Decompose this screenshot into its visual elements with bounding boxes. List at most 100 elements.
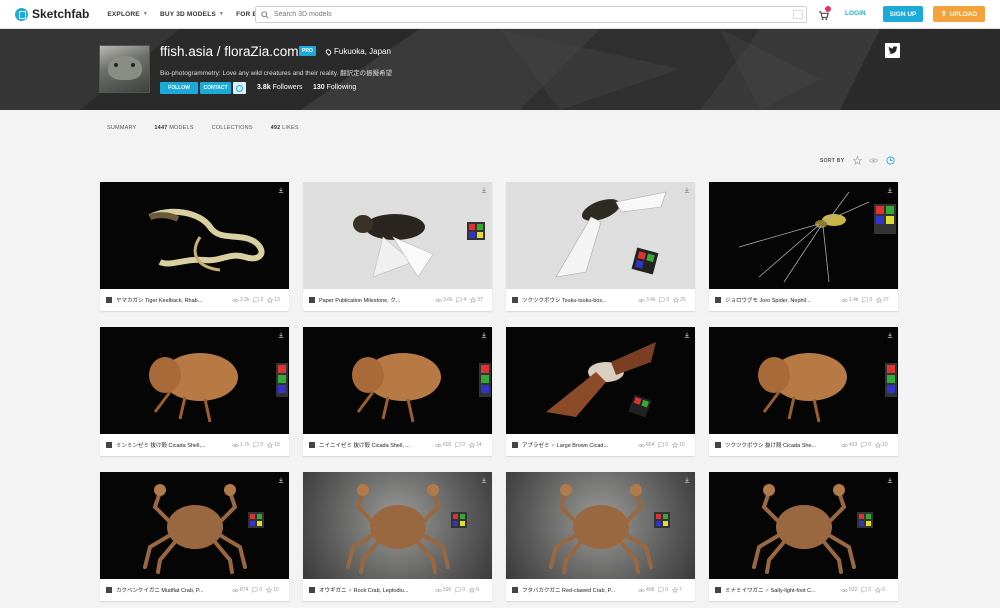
download-icon[interactable] xyxy=(684,332,690,338)
model-thumbnail[interactable] xyxy=(303,182,492,289)
star-icon xyxy=(469,587,476,593)
tab-models[interactable]: 1447 MODELS xyxy=(154,125,193,131)
avatar[interactable] xyxy=(715,442,721,448)
sort-clock-icon[interactable] xyxy=(886,156,895,165)
nav-explore[interactable]: EXPLORE ▼ xyxy=(107,11,148,18)
tab-collections[interactable]: COLLECTIONS xyxy=(212,125,253,131)
search-input[interactable] xyxy=(274,11,774,18)
download-icon[interactable] xyxy=(481,477,487,483)
model-title[interactable]: ジョロウグモ Joro Spider, Nephil... xyxy=(725,296,837,304)
following-link[interactable]: 130 Following xyxy=(313,84,356,91)
model-card[interactable]: ツクツクボウシ 抜け殻 Cicada She... 433 0 10 xyxy=(709,327,898,456)
like-count[interactable]: 14 xyxy=(469,442,482,448)
like-count[interactable]: 9 xyxy=(469,587,479,593)
follow-button[interactable]: FOLLOW xyxy=(160,82,198,94)
contact-button[interactable]: CONTACT xyxy=(200,82,231,94)
avatar[interactable] xyxy=(512,587,518,593)
download-icon[interactable] xyxy=(887,187,893,193)
model-card[interactable]: オウギガニ ♂ Rock Crab, Leptodiu... 590 0 9 xyxy=(303,472,492,601)
eye-icon xyxy=(638,298,645,302)
like-count[interactable]: 10 xyxy=(672,442,685,448)
avatar[interactable] xyxy=(512,442,518,448)
model-thumbnail[interactable] xyxy=(709,472,898,579)
model-card[interactable]: フタバカクガニ Red-clawed Crab, P... 408 0 7 xyxy=(506,472,695,601)
model-thumbnail[interactable] xyxy=(506,182,695,289)
model-card[interactable]: アブラゼミ ♂ Large Brown Cicad... 654 0 10 xyxy=(506,327,695,456)
model-title[interactable]: オウギガニ ♂ Rock Crab, Leptodiu... xyxy=(319,586,431,594)
model-card[interactable]: ヤマカガシ Tiger Keelback, Rhab... 2.2k 2 13 xyxy=(100,182,289,311)
download-icon[interactable] xyxy=(278,187,284,193)
avatar[interactable] xyxy=(512,297,518,303)
avatar[interactable] xyxy=(309,297,315,303)
like-count[interactable]: 25 xyxy=(673,297,686,303)
avatar[interactable] xyxy=(99,45,150,93)
download-icon[interactable] xyxy=(481,332,487,338)
model-card[interactable]: ミンミンゼミ 抜け殻 Cicada Shell,... 1.7k 0 18 xyxy=(100,327,289,456)
signup-button[interactable]: SIGN UP xyxy=(883,6,923,22)
model-thumbnail[interactable] xyxy=(100,182,289,289)
upload-button[interactable]: ⇪ UPLOAD xyxy=(933,6,985,22)
model-card[interactable]: ニイニイゼミ 抜け殻 Cicada Shell, ... 600 0 14 xyxy=(303,327,492,456)
download-icon[interactable] xyxy=(278,332,284,338)
avatar[interactable] xyxy=(106,442,112,448)
tab-summary[interactable]: SUMMARY xyxy=(107,125,136,131)
model-title[interactable]: ヤマカガシ Tiger Keelback, Rhab... xyxy=(116,296,228,304)
twitter-button[interactable] xyxy=(885,43,900,58)
model-card[interactable]: カクベンケイガニ Mudflat Crab, P... 874 0 10 xyxy=(100,472,289,601)
sort-eye-icon[interactable] xyxy=(869,156,878,165)
download-icon[interactable] xyxy=(684,477,690,483)
nav-buy-3d-models[interactable]: BUY 3D MODELS ▼ xyxy=(160,11,224,18)
model-title[interactable]: アブラゼミ ♂ Large Brown Cicad... xyxy=(522,441,634,449)
download-icon[interactable] xyxy=(278,477,284,483)
model-title[interactable]: ツクツクボウシ 抜け殻 Cicada She... xyxy=(725,441,837,449)
download-icon[interactable] xyxy=(481,187,487,193)
download-icon[interactable] xyxy=(887,477,893,483)
model-thumbnail[interactable] xyxy=(709,182,898,289)
profile-name: ffish.asia / floraZia.com xyxy=(160,44,299,59)
like-count[interactable]: 18 xyxy=(267,442,280,448)
model-title[interactable]: ニイニイゼミ 抜け殻 Cicada Shell, ... xyxy=(319,441,431,449)
model-title[interactable]: ミンミンゼミ 抜け殻 Cicada Shell,... xyxy=(116,441,228,449)
like-count[interactable]: 10 xyxy=(266,587,279,593)
model-card[interactable]: ジョロウグモ Joro Spider, Nephil... 1.4k 0 27 xyxy=(709,182,898,311)
like-count[interactable]: 10 xyxy=(875,442,888,448)
model-thumbnail[interactable] xyxy=(303,327,492,434)
website-button[interactable] xyxy=(233,82,246,94)
tab-likes[interactable]: 492 LIKES xyxy=(271,125,299,131)
model-thumbnail[interactable] xyxy=(506,327,695,434)
model-thumbnail[interactable] xyxy=(303,472,492,579)
cart-button[interactable] xyxy=(818,6,831,21)
model-card[interactable]: ミナミイワガニ ♂ Sally-light-foot C... 532 0 6 xyxy=(709,472,898,601)
model-thumbnail[interactable] xyxy=(709,327,898,434)
login-link[interactable]: LOGIN xyxy=(845,10,866,17)
model-title[interactable]: ミナミイワガニ ♂ Sally-light-foot C... xyxy=(725,586,837,594)
download-icon[interactable] xyxy=(887,332,893,338)
upload-icon: ⇪ xyxy=(940,11,947,18)
avatar[interactable] xyxy=(715,587,721,593)
model-card[interactable]: ツクツクボウシ Tsuku-tsuku-bos... 3.4k 0 25 xyxy=(506,182,695,311)
model-title[interactable]: ツクツクボウシ Tsuku-tsuku-bos... xyxy=(522,296,634,304)
like-count[interactable]: 27 xyxy=(876,297,889,303)
like-count[interactable]: 7 xyxy=(672,587,682,593)
model-title[interactable]: フタバカクガニ Red-clawed Crab, P... xyxy=(522,586,634,594)
avatar[interactable] xyxy=(106,297,112,303)
search-clear-button[interactable] xyxy=(793,10,803,19)
like-count[interactable]: 13 xyxy=(267,297,280,303)
model-title[interactable]: Paper Publication Milestone, ク... xyxy=(319,296,431,304)
sketchfab-logo[interactable]: Sketchfab xyxy=(15,7,89,21)
sort-star-icon[interactable] xyxy=(853,156,862,165)
avatar[interactable] xyxy=(309,587,315,593)
followers-link[interactable]: 3.8k Followers xyxy=(257,84,303,91)
download-icon[interactable] xyxy=(684,187,690,193)
avatar[interactable] xyxy=(309,442,315,448)
avatar[interactable] xyxy=(715,297,721,303)
model-thumbnail[interactable] xyxy=(506,472,695,579)
model-thumbnail[interactable] xyxy=(100,472,289,579)
avatar[interactable] xyxy=(106,587,112,593)
model-thumbnail[interactable] xyxy=(100,327,289,434)
model-title[interactable]: カクベンケイガニ Mudflat Crab, P... xyxy=(116,586,228,594)
model-card[interactable]: Paper Publication Milestone, ク... 3.6k 4 37 xyxy=(303,182,492,311)
like-count[interactable]: 6 xyxy=(875,587,885,593)
eye-icon xyxy=(638,443,645,447)
like-count[interactable]: 37 xyxy=(470,297,483,303)
